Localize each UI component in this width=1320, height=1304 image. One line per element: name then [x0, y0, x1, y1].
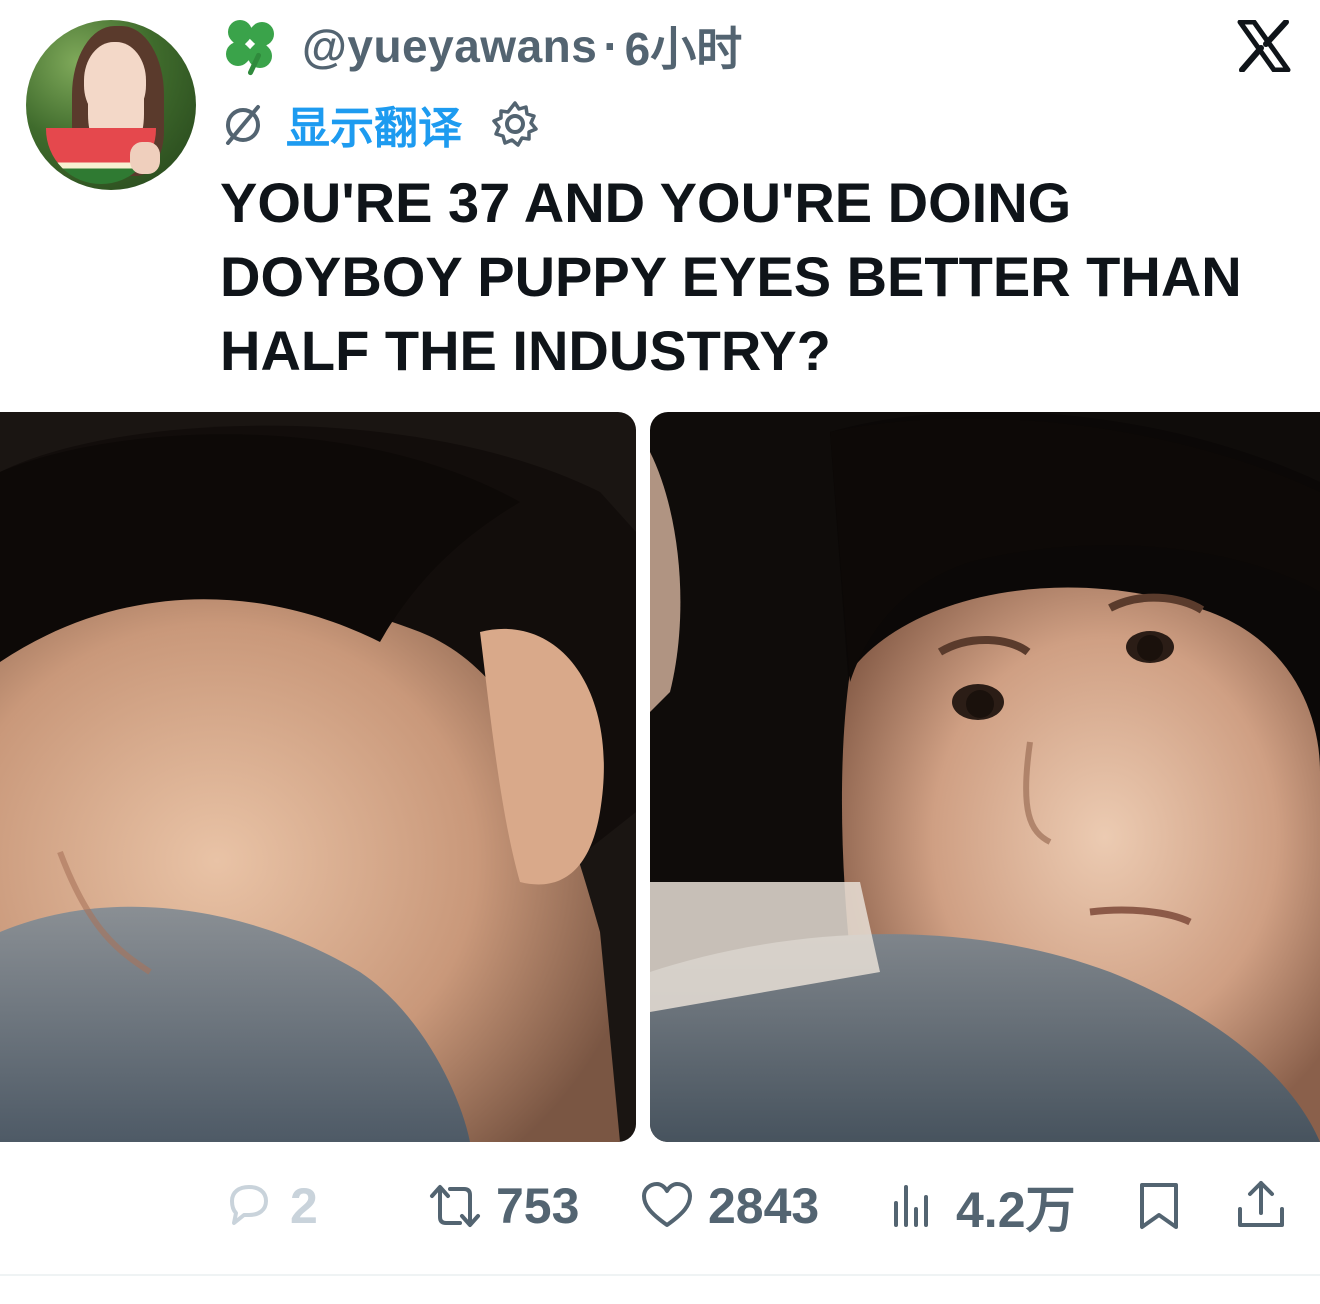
retweet-count: 753 [496, 1178, 580, 1234]
four-leaf-clover-icon [221, 15, 284, 76]
share-icon [1238, 1181, 1284, 1227]
bookmark-button[interactable] [1132, 1176, 1186, 1236]
reply-button[interactable]: 2 [222, 1176, 318, 1236]
header-separator: · [603, 20, 619, 72]
retweet-icon [430, 1185, 480, 1227]
views-count: 4.2万 [956, 1182, 1076, 1238]
gear-icon[interactable] [490, 99, 540, 149]
like-button[interactable]: 2843 [640, 1176, 819, 1236]
reply-icon [230, 1185, 268, 1225]
views-chart-icon [894, 1185, 928, 1227]
user-handle[interactable]: @yueyawans [302, 19, 597, 73]
avatar[interactable] [26, 20, 196, 190]
avatar-hand [130, 142, 160, 174]
views-button[interactable]: 4.2万 [888, 1176, 1076, 1238]
post-time[interactable]: 6小时 [625, 13, 743, 79]
media-image-2[interactable] [650, 412, 1320, 1142]
heart-icon [642, 1182, 692, 1227]
bottom-divider [0, 1274, 1320, 1276]
action-bar: 2 753 2843 4.2万 [0, 1170, 1320, 1240]
globe-off-icon [226, 105, 260, 145]
show-translation-link[interactable]: 显示翻译 [286, 92, 462, 156]
reply-count: 2 [290, 1178, 318, 1234]
media-image-1[interactable] [0, 412, 636, 1142]
tweet-text: YOU'RE 37 AND YOU'RE DOING DOYBOY PUPPY … [220, 171, 1242, 382]
avatar-face [84, 42, 146, 122]
retweet-button[interactable]: 753 [428, 1176, 579, 1236]
share-button[interactable] [1234, 1176, 1288, 1236]
x-logo [1237, 20, 1291, 72]
bookmark-icon [1140, 1183, 1178, 1229]
post-header: @yueyawans · 6小时 [221, 15, 742, 76]
translate-row: 显示翻译 [222, 96, 540, 153]
like-count: 2843 [708, 1178, 820, 1234]
